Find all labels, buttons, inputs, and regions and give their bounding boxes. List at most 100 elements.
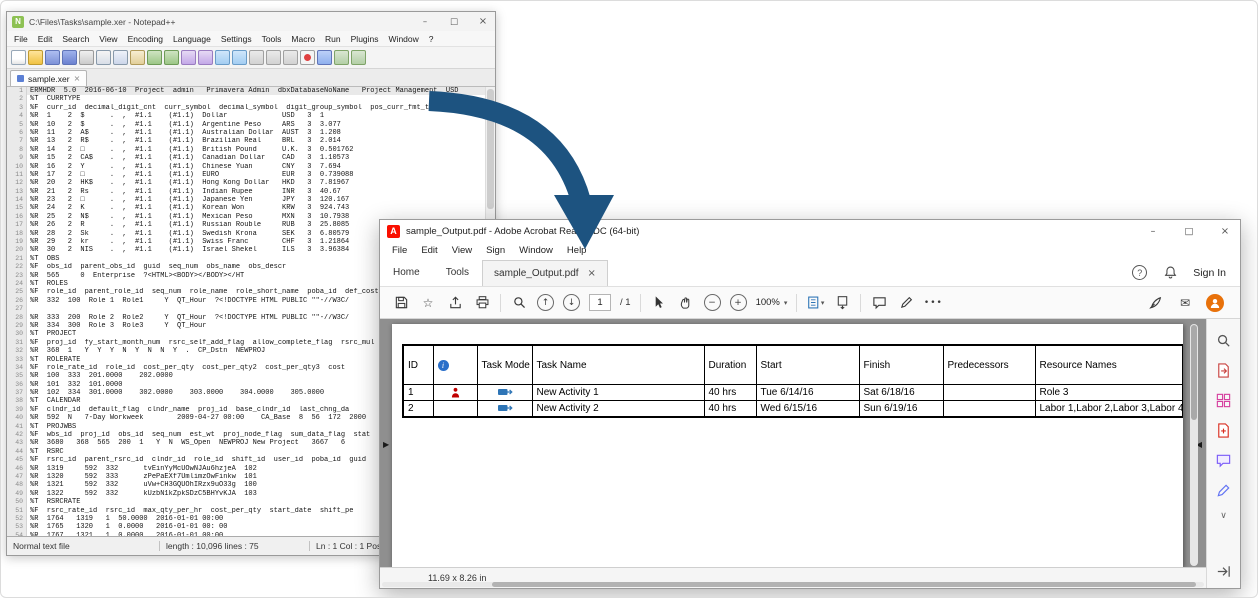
indent-guide-icon[interactable] <box>283 50 298 65</box>
open-file-icon[interactable] <box>28 50 43 65</box>
line-number: 3 <box>7 104 27 112</box>
menu-item[interactable]: Tools <box>257 34 287 44</box>
favorites-star-icon[interactable]: ☆ <box>419 294 437 312</box>
playback-macro-icon[interactable] <box>317 50 332 65</box>
line-number: 14 <box>7 196 27 204</box>
menu-item[interactable]: ? <box>424 34 439 44</box>
select-tool-icon[interactable] <box>650 294 668 312</box>
tab-sample-xer[interactable]: sample.xer × <box>10 70 87 86</box>
menu-item[interactable]: View <box>94 34 122 44</box>
save-icon[interactable] <box>392 294 410 312</box>
page-fit-dropdown-icon[interactable]: ▾ <box>806 294 824 312</box>
zoom-level-dropdown[interactable]: 100% ▾ <box>756 297 788 308</box>
notepad-maximize-button[interactable] <box>442 12 466 31</box>
menu-item[interactable]: Language <box>168 34 216 44</box>
comment-icon[interactable] <box>870 294 888 312</box>
collapse-rail-icon[interactable] <box>1215 562 1233 580</box>
menu-item[interactable]: Macro <box>286 34 320 44</box>
zoom-in-icon[interactable]: + <box>730 294 747 311</box>
page-number-input[interactable]: 1 <box>589 294 611 311</box>
next-page-icon[interactable]: ↓ <box>563 294 580 311</box>
sign-in-button[interactable]: Sign In <box>1193 267 1226 279</box>
document-tab[interactable]: sample_Output.pdf × <box>482 260 608 286</box>
nav-pane-toggle-icon[interactable]: ▶ <box>383 440 389 449</box>
new-file-icon[interactable] <box>11 50 26 65</box>
monitoring-icon[interactable] <box>351 50 366 65</box>
tab-close-icon[interactable]: × <box>588 268 596 279</box>
line-number: 50 <box>7 498 27 506</box>
more-tools-chevron-icon[interactable]: ∨ <box>1220 511 1227 521</box>
notepad-tabbar: sample.xer × <box>7 69 495 87</box>
draw-pencil-icon[interactable] <box>897 294 915 312</box>
acrobat-minimize-button[interactable] <box>1138 220 1168 242</box>
organize-pages-icon[interactable] <box>1215 391 1233 409</box>
print-icon[interactable] <box>79 50 94 65</box>
print-icon[interactable] <box>473 294 491 312</box>
menu-item[interactable]: Plugins <box>346 34 384 44</box>
menu-item[interactable]: Sign <box>479 245 512 256</box>
previous-page-icon[interactable]: ↑ <box>537 294 554 311</box>
acrobat-maximize-button[interactable] <box>1174 220 1204 242</box>
notifications-bell-icon[interactable] <box>1161 264 1179 282</box>
export-pdf-icon[interactable] <box>1215 361 1233 379</box>
comment-tools-icon[interactable] <box>1215 451 1233 469</box>
copy-icon[interactable] <box>113 50 128 65</box>
zoom-in-icon[interactable] <box>215 50 230 65</box>
notepad-close-button[interactable] <box>471 12 495 31</box>
menu-item[interactable]: Help <box>560 245 594 256</box>
sign-quill-icon[interactable] <box>1146 294 1164 312</box>
cell-task-mode <box>477 401 532 418</box>
menu-item[interactable]: Run <box>320 34 346 44</box>
show-all-characters-icon[interactable] <box>266 50 281 65</box>
document-hscrollbar-thumb[interactable] <box>492 582 1196 587</box>
menu-item[interactable]: Window <box>384 34 424 44</box>
undo-icon[interactable] <box>147 50 162 65</box>
menu-item[interactable]: File <box>385 245 414 256</box>
find-icon[interactable] <box>181 50 196 65</box>
editor-vscrollbar-thumb[interactable] <box>487 89 494 209</box>
create-pdf-icon[interactable] <box>1215 421 1233 439</box>
share-icon[interactable] <box>446 294 464 312</box>
zoom-out-icon[interactable] <box>232 50 247 65</box>
menu-item[interactable]: Search <box>57 34 94 44</box>
redo-icon[interactable] <box>164 50 179 65</box>
document-vscrollbar-thumb[interactable] <box>1191 325 1197 420</box>
line-number: 27 <box>7 305 27 313</box>
document-vscrollbar[interactable] <box>1190 324 1198 566</box>
menu-item[interactable]: Edit <box>414 245 444 256</box>
fill-and-sign-icon[interactable] <box>1215 481 1233 499</box>
save-icon[interactable] <box>45 50 60 65</box>
email-icon[interactable]: ✉ <box>1176 294 1194 312</box>
tab-tools[interactable]: Tools <box>433 267 482 278</box>
menu-item[interactable]: File <box>9 34 33 44</box>
menu-item[interactable]: Window <box>512 245 560 256</box>
more-tools-icon[interactable]: ••• <box>924 294 942 312</box>
line-number: 32 <box>7 347 27 355</box>
notepad-window-title: C:\Files\Tasks\sample.xer - Notepad++ <box>29 17 408 27</box>
word-wrap-icon[interactable] <box>249 50 264 65</box>
editor-line: 8 %R 14 2 □ . , #1.1 (#1.1) British Poun… <box>7 146 486 154</box>
zoom-out-icon[interactable]: − <box>704 294 721 311</box>
hand-tool-icon[interactable] <box>677 294 695 312</box>
menu-item[interactable]: View <box>445 245 479 256</box>
replace-icon[interactable] <box>198 50 213 65</box>
find-icon[interactable] <box>510 294 528 312</box>
document-hscrollbar[interactable] <box>382 582 1204 587</box>
notepad-minimize-button[interactable] <box>413 12 437 31</box>
paste-icon[interactable] <box>130 50 145 65</box>
tab-close-icon[interactable]: × <box>74 74 81 83</box>
page-scroll-dropdown-icon[interactable] <box>833 294 851 312</box>
acrobat-close-button[interactable] <box>1210 220 1240 242</box>
start-recording-icon[interactable] <box>300 50 315 65</box>
tab-home[interactable]: Home <box>380 267 433 278</box>
cut-icon[interactable] <box>96 50 111 65</box>
menu-item[interactable]: Edit <box>33 34 58 44</box>
editor-line: 2 %T CURRTYPE <box>7 95 486 103</box>
menu-item[interactable]: Settings <box>216 34 257 44</box>
save-all-icon[interactable] <box>62 50 77 65</box>
function-list-icon[interactable] <box>334 50 349 65</box>
search-tools-icon[interactable] <box>1215 331 1233 349</box>
menu-item[interactable]: Encoding <box>123 34 168 44</box>
help-icon[interactable] <box>1132 265 1147 280</box>
account-avatar[interactable] <box>1206 294 1224 312</box>
